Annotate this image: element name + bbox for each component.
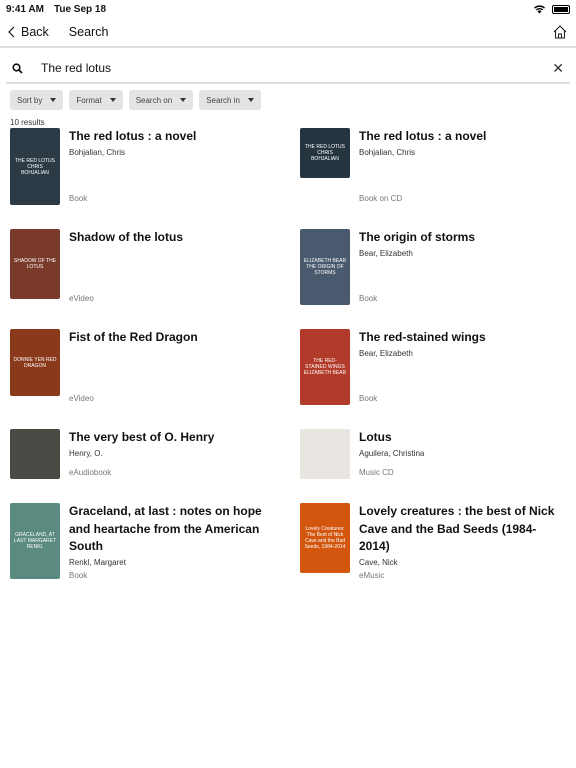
result-author: Bear, Elizabeth	[359, 248, 413, 258]
result-author: Bohjalian, Chris	[359, 147, 416, 157]
search-bar: ✕	[6, 54, 570, 84]
filter-label: Sort by	[17, 95, 43, 105]
sort-by-dropdown[interactable]: Sort by	[10, 90, 64, 110]
cover-image	[10, 429, 60, 479]
filter-label: Search on	[135, 95, 173, 105]
wifi-icon	[534, 5, 545, 14]
result-title[interactable]: Shadow of the lotus	[69, 229, 269, 247]
result-format: Book on CD	[359, 194, 403, 203]
cover-text: THE RED-STAINED WINGS ELIZABETH BEAR	[303, 358, 347, 376]
result-item[interactable]: THE RED LOTUS CHRIS BOHJALIAN The red lo…	[300, 128, 570, 205]
search-on-dropdown[interactable]: Search on	[128, 90, 194, 110]
result-format: Book	[359, 294, 378, 303]
cover-image	[300, 429, 350, 479]
result-format: Book	[69, 194, 88, 203]
result-title[interactable]: The red-stained wings	[359, 329, 559, 347]
result-format: Book	[69, 570, 88, 580]
result-item[interactable]: THE RED LOTUS CHRIS BOHJALIAN The red lo…	[10, 128, 300, 205]
result-format: Music CD	[359, 468, 394, 477]
caret-down-icon	[180, 98, 187, 102]
cover-image: ELIZABETH BEAR THE ORIGIN OF STORMS	[300, 229, 350, 305]
cover-text: ELIZABETH BEAR THE ORIGIN OF STORMS	[303, 258, 347, 276]
status-time: 9:41 AM	[6, 3, 44, 15]
cover-text: GRACELAND, AT LAST MARGARET RENKL	[13, 532, 57, 550]
result-title[interactable]: The red lotus : a novel	[359, 128, 559, 146]
result-item[interactable]: Lotus Aguilera, Christina Music CD	[300, 429, 570, 479]
chevron-left-icon	[8, 26, 15, 38]
cover-image: THE RED-STAINED WINGS ELIZABETH BEAR	[300, 329, 350, 405]
search-icon	[12, 62, 23, 74]
battery-icon	[552, 4, 570, 14]
result-title[interactable]: The origin of storms	[359, 229, 559, 247]
cover-image: THE RED LOTUS CHRIS BOHJALIAN	[10, 128, 60, 205]
cover-image: Lovely Creatures: The Best of Nick Cave …	[300, 503, 350, 573]
result-format: Book	[359, 394, 378, 403]
cover-text: Lovely Creatures: The Best of Nick Cave …	[304, 526, 346, 550]
result-title[interactable]: Lovely creatures : the best of Nick Cave…	[359, 503, 559, 556]
clear-search-icon[interactable]: ✕	[552, 60, 564, 77]
result-author: Cave, Nick	[359, 557, 398, 567]
cover-image: THE RED LOTUS CHRIS BOHJALIAN	[300, 128, 350, 178]
result-author: Bear, Elizabeth	[359, 348, 413, 358]
result-item[interactable]: DONNIE YEN RED DRAGON Fist of the Red Dr…	[10, 329, 300, 405]
caret-down-icon	[109, 98, 116, 102]
result-item[interactable]: THE RED-STAINED WINGS ELIZABETH BEAR The…	[300, 329, 570, 405]
cover-text: THE RED LOTUS CHRIS BOHJALIAN	[304, 144, 345, 162]
result-item[interactable]: ELIZABETH BEAR THE ORIGIN OF STORMS The …	[300, 229, 570, 305]
result-author: Aguilera, Christina	[359, 448, 425, 458]
page-title: Search	[68, 25, 109, 39]
home-icon[interactable]	[552, 24, 568, 40]
result-item[interactable]: SHADOW OF THE LOTUS Shadow of the lotus …	[10, 229, 300, 305]
result-format: eVideo	[69, 294, 94, 303]
nav-bar: Back Search	[0, 18, 576, 48]
status-bar: 9:41 AM Tue Sep 18	[0, 0, 576, 18]
back-label: Back	[21, 25, 49, 39]
back-button[interactable]: Back	[8, 25, 49, 39]
results-list: THE RED LOTUS CHRIS BOHJALIAN The red lo…	[10, 128, 570, 582]
result-count: 10 results	[10, 118, 45, 127]
caret-down-icon	[247, 98, 254, 102]
format-dropdown[interactable]: Format	[69, 90, 123, 110]
cover-image: SHADOW OF THE LOTUS	[10, 229, 60, 299]
status-date: Tue Sep 18	[53, 3, 107, 15]
result-item[interactable]: GRACELAND, AT LAST MARGARET RENKL Gracel…	[10, 503, 300, 582]
result-title[interactable]: Lotus	[359, 429, 559, 447]
result-author: Henry, O.	[69, 448, 103, 458]
cover-text: DONNIE YEN RED DRAGON	[13, 356, 57, 369]
result-item[interactable]: The very best of O. Henry Henry, O. eAud…	[10, 429, 300, 479]
result-title[interactable]: The red lotus : a novel	[69, 128, 269, 146]
search-in-dropdown[interactable]: Search in	[199, 90, 261, 110]
result-item[interactable]: Lovely Creatures: The Best of Nick Cave …	[300, 503, 570, 582]
cover-image: DONNIE YEN RED DRAGON	[10, 329, 60, 396]
result-format: eMusic	[359, 570, 385, 580]
result-author: Renkl, Margaret	[69, 557, 126, 567]
result-title[interactable]: Fist of the Red Dragon	[69, 329, 269, 347]
filter-label: Format	[76, 95, 102, 105]
caret-down-icon	[50, 98, 57, 102]
filter-bar: Sort by Format Search on Search in	[10, 90, 566, 110]
filter-label: Search in	[206, 95, 240, 105]
search-input[interactable]	[41, 61, 553, 75]
result-format: eVideo	[69, 394, 94, 403]
result-title[interactable]: Graceland, at last : notes on hope and h…	[69, 503, 269, 556]
result-title[interactable]: The very best of O. Henry	[69, 429, 269, 447]
cover-text: THE RED LOTUS CHRIS BOHJALIAN	[14, 157, 55, 176]
result-author: Bohjalian, Chris	[69, 147, 126, 157]
cover-text: SHADOW OF THE LOTUS	[13, 258, 57, 270]
result-format: eAudiobook	[69, 468, 112, 477]
cover-image: GRACELAND, AT LAST MARGARET RENKL	[10, 503, 60, 579]
